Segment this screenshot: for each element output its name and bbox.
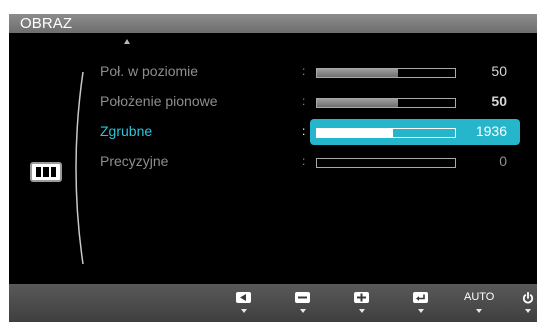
button-guide-bar: AUTO: [9, 284, 537, 322]
auto-button[interactable]: AUTO: [464, 291, 495, 316]
menu-row-value: 0: [499, 153, 507, 169]
menu-row-label: Zgrubne: [100, 123, 153, 139]
menu-row-label: Precyzyjne: [100, 153, 169, 169]
title-bar: OBRAZ: [9, 14, 537, 33]
menu-row-separator: :: [302, 154, 306, 168]
menu-row-coarse[interactable]: Zgrubne : 1936: [9, 118, 537, 146]
menu-row-value: 1936: [475, 123, 507, 139]
menu-row-fine[interactable]: Precyzyjne : 0: [9, 148, 537, 176]
plus-icon: [354, 292, 369, 303]
chevron-down-icon: [241, 309, 247, 313]
slider-fill: [317, 129, 393, 137]
chevron-down-icon: [418, 309, 424, 313]
menu-row-separator: :: [302, 124, 306, 138]
auto-label: AUTO: [464, 291, 495, 303]
minus-icon: [295, 292, 310, 303]
power-icon: [522, 292, 534, 304]
menu-row-value: 50: [491, 93, 507, 109]
chevron-down-icon: [359, 309, 365, 313]
horizontal-position-slider[interactable]: [316, 68, 456, 78]
slider-fill: [317, 99, 399, 107]
menu-row-vertical-position[interactable]: Położenie pionowe : 50: [9, 88, 537, 116]
menu-row-separator: :: [302, 64, 306, 78]
left-arrow-icon: [236, 292, 251, 303]
chevron-down-icon: [476, 309, 482, 313]
menu-row-label: Położenie pionowe: [100, 93, 218, 109]
menu-row-separator: :: [302, 94, 306, 108]
menu-title: OBRAZ: [20, 15, 73, 32]
coarse-slider[interactable]: [316, 128, 456, 138]
chevron-down-icon: [525, 309, 531, 313]
menu-row-label: Poł. w poziomie: [100, 63, 199, 79]
enter-icon: [413, 292, 428, 303]
fine-slider[interactable]: [316, 158, 456, 168]
scroll-up-icon[interactable]: [124, 39, 130, 44]
menu-row-value: 50: [491, 63, 507, 79]
chevron-down-icon: [300, 309, 306, 313]
osd-menu: OBRAZ Poł. w poziomie : 50 Położenie pio…: [9, 14, 537, 322]
menu-row-horizontal-position[interactable]: Poł. w poziomie : 50: [9, 58, 537, 86]
slider-fill: [317, 69, 399, 77]
vertical-position-slider[interactable]: [316, 98, 456, 108]
